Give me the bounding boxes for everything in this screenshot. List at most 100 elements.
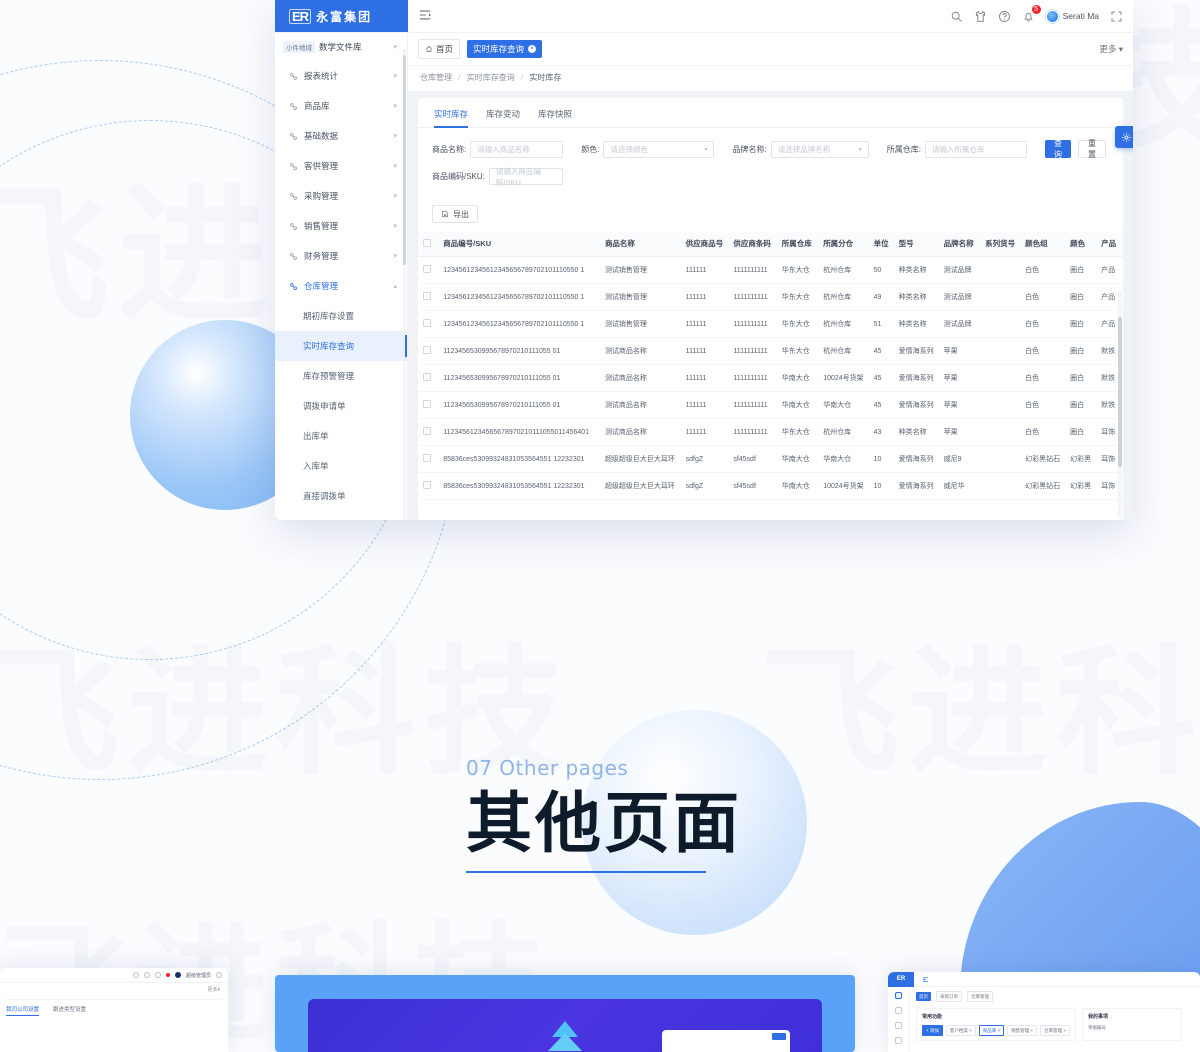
sidebar-subitem-3[interactable]: 调拨申请单 [275,391,407,421]
row-checkbox[interactable] [423,427,431,435]
table-row[interactable]: 1123456530995678970210111055 01 测试商品名称 111… [418,364,1123,392]
warehouse-input[interactable]: 请输入所属仓库 [924,140,1027,158]
table-row[interactable]: 85836ces53099324831053564551 12232301 超级超… [418,472,1123,500]
tab-stock-snapshot[interactable]: 库存快照 [538,108,572,127]
row-checkbox[interactable] [423,400,431,408]
decorative-corner-blob [960,802,1200,992]
sidebar-item-label: 财务管理 [304,251,339,261]
sidebar-subitem-6[interactable]: 直接调拨单 [275,481,407,511]
menu-collapse-icon[interactable] [418,8,432,25]
sku-label: 商品编码/SKU: [432,172,485,181]
bell-icon[interactable]: 5 [1022,4,1041,23]
table-cell: 产品 [1096,256,1123,284]
brand-label: 品牌名称: [732,144,767,154]
sidebar-subitem-0[interactable]: 期初库存设置 [275,301,407,331]
sidebar-subitem-7[interactable]: 盘点管理 [275,511,407,520]
table-row[interactable]: 12345612345612345656789702101110550 1 测试销… [418,310,1123,338]
fullscreen-icon[interactable] [1110,10,1123,23]
thumbnail-login-page[interactable] [275,975,855,1052]
table-cell: 测试销售管理 [599,283,681,311]
app-topbar: ER 永富集团 5 Serati Ma [275,0,1133,33]
thumb-tab-followup-settings[interactable]: 跟进类型设置 [53,1005,86,1016]
sidebar-scrollbar[interactable] [403,55,406,265]
tab-home[interactable]: 首页 [418,39,461,59]
field-product-name: 商品名称: 请输入商品名称 [432,140,564,158]
table-cell: 1111111111 [728,391,777,419]
row-checkbox[interactable] [423,292,431,300]
shopping-icon[interactable] [974,10,987,23]
app-logo[interactable]: ER 永富集团 [275,0,408,32]
thumb-sidebar-icon [895,1037,902,1044]
table-row[interactable]: 12345612345612345656789702101110550 1 测试销… [418,256,1123,284]
close-icon[interactable]: × [528,45,537,53]
row-checkbox[interactable] [423,373,431,381]
tab-realtime-inventory-query[interactable]: 实时库存查询 × [467,40,543,58]
select-all-header [418,231,439,257]
table-row[interactable]: 12345612345612345656789702101110550 1 测试销… [418,283,1123,311]
table-cell: 爱情海系列 [893,472,939,500]
table-row[interactable]: 1123456530995678970210111055 01 测试商品名称 111… [418,337,1123,365]
table-cell: 白色 [1020,364,1066,392]
fullscreen-icon [216,972,222,978]
sidebar-subitem-5[interactable]: 入库单 [275,451,407,481]
table-cell: 白色 [1020,391,1066,419]
brand-select[interactable]: 请选择品牌名称 ▾ [770,140,869,158]
search-icon[interactable] [950,10,963,23]
table-scrollbar[interactable] [1118,317,1122,467]
select-all-checkbox[interactable] [423,238,431,247]
tab-realtime-stock[interactable]: 实时库存 [434,108,469,128]
sidebar-item-5[interactable]: 销售管理 ▾ [275,211,407,241]
search-button[interactable]: 查询 [1044,139,1071,159]
thumb-topbar: 超级管理员 [0,968,228,983]
sidebar-subitem-4[interactable]: 出库单 [275,421,407,451]
sidebar-item-label: 采购管理 [304,191,339,201]
row-checkbox[interactable] [423,319,431,327]
table-row[interactable]: 1123456530995678970210111055 01 测试商品名称 111… [418,391,1123,419]
reset-button[interactable]: 重置 [1077,139,1106,159]
sidebar-item-0[interactable]: 报表统计 ▾ [275,61,407,91]
thumb-tab-warehouse: 仓库管理 [967,991,993,1002]
thumbnail-settings-page[interactable]: 超级管理员 更多 ▾ 我司公司设置 跟进类型设置 [0,968,228,1052]
table-row[interactable]: 11234561234565678970210111055011456401 测试… [418,418,1123,446]
table-row[interactable]: 85836ces53099324831053564551 12232301 超级超… [418,445,1123,473]
chevron-up-icon: ▴ [393,283,397,290]
thumbnail-dashboard-page[interactable]: ER 首页 采购订单 仓库管理 常用功能 + 添加 客户档案 × 商品库 × 销售管理… [888,972,1200,1052]
table-cell: 种类名称 [893,310,939,338]
sidebar-item-3[interactable]: 客供管理 ▾ [275,151,407,181]
row-select-cell [418,391,439,419]
app-window: ER 永富集团 5 Serati Ma 小件地域 数学文件库 ▾ 报表统计 ▾ … [275,0,1133,520]
help-icon[interactable] [998,10,1011,23]
tag-more-button[interactable]: 更多 ▾ [1099,43,1123,55]
export-label: 导出 [453,209,469,219]
home-icon [426,45,432,52]
tab-stock-movement[interactable]: 库存变动 [486,108,520,127]
column-header-3: 供应商条码 [728,231,777,257]
product-name-input[interactable]: 请输入商品名称 [470,140,564,158]
breadcrumb-level1[interactable]: 仓库管理 [420,73,452,82]
avatar [1045,9,1059,23]
row-checkbox[interactable] [423,265,431,273]
sidebar-subitem-2[interactable]: 库存预警管理 [275,361,407,391]
sidebar-item-7[interactable]: 仓库管理 ▴ [275,271,407,301]
row-checkbox[interactable] [423,454,431,462]
sidebar-item-4[interactable]: 采购管理 ▾ [275,181,407,211]
thumb-tab-company-settings[interactable]: 我司公司设置 [6,1005,40,1016]
row-select-cell [418,364,439,392]
sidebar-subitem-1[interactable]: 实时库存查询 [275,331,407,361]
sidebar-item-6[interactable]: 财务管理 ▾ [275,241,407,271]
user-menu[interactable]: Serati Ma [1045,9,1099,23]
breadcrumb-level2[interactable]: 实时库存查询 [467,73,515,82]
export-button[interactable]: 导出 [432,205,478,223]
brand-select-value: 请选择品牌名称 [777,144,831,154]
sidebar-org-selector[interactable]: 小件地域 数学文件库 ▾ [275,33,407,61]
sku-input[interactable]: 请输入商品编码/SKU [488,167,563,187]
gear-icon[interactable] [1115,126,1133,148]
sidebar-subitem-label: 入库单 [303,461,329,471]
sidebar-item-1[interactable]: 商品库 ▾ [275,91,407,121]
sidebar-org-tag: 小件地域 [283,41,315,53]
sidebar-item-2[interactable]: 基础数据 ▾ [275,121,407,151]
row-checkbox[interactable] [423,346,431,354]
table-cell [980,391,1021,419]
color-select[interactable]: 请选择颜色 ▾ [603,140,715,158]
row-checkbox[interactable] [423,481,431,489]
